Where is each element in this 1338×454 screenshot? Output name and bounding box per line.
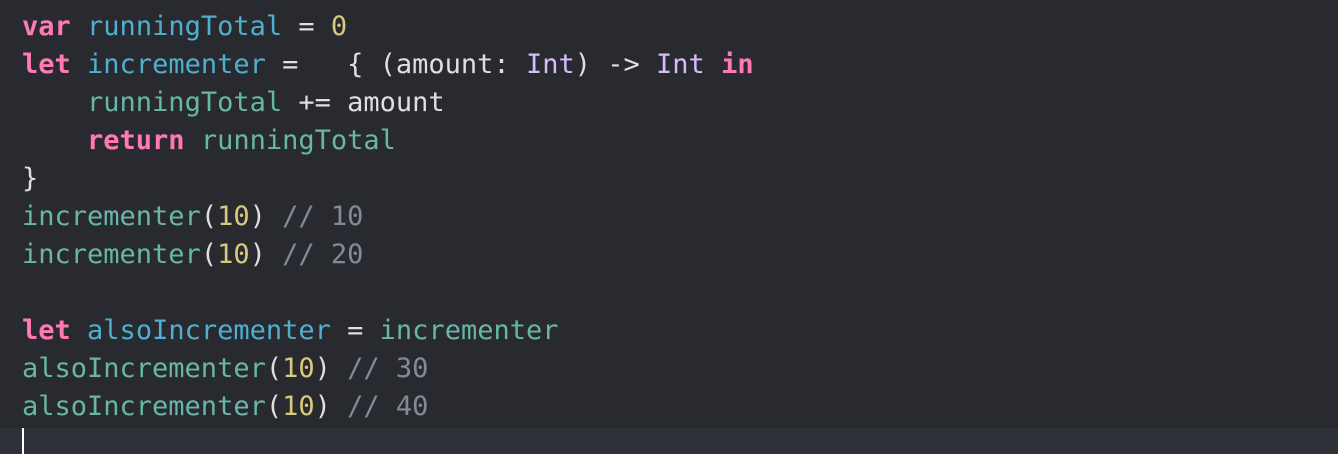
keyword: return (87, 125, 185, 156)
comment: // 30 (347, 353, 429, 384)
code-line: var runningTotal = 0 (22, 8, 1338, 46)
identifier: alsoIncrementer (22, 391, 266, 422)
closing-brace: } (22, 163, 39, 194)
paren: ( (200, 201, 218, 232)
code-line: let alsoIncrementer = incrementer (22, 312, 1338, 350)
paren: ( (265, 353, 283, 384)
code-line: incrementer(10) // 20 (22, 236, 1338, 274)
paren: ( (200, 239, 218, 270)
code-line: return runningTotal (22, 122, 1338, 160)
keyword: var (22, 11, 71, 42)
variable-name: runningTotal (87, 11, 283, 42)
identifier: incrementer (22, 239, 201, 270)
text-cursor (22, 428, 24, 454)
code-line: alsoIncrementer(10) // 40 (22, 388, 1338, 426)
variable-name: incrementer (87, 49, 266, 80)
keyword: let (22, 315, 71, 346)
keyword: in (721, 49, 754, 80)
paren: ) (314, 391, 331, 422)
code-editor[interactable]: var runningTotal = 0 let incrementer = {… (0, 0, 1338, 454)
code-line: alsoIncrementer(10) // 30 (22, 350, 1338, 388)
identifier: runningTotal (87, 87, 283, 118)
statement: += amount (282, 87, 445, 118)
number-literal: 10 (217, 239, 250, 270)
comment: // 20 (282, 239, 364, 270)
paren: ) (314, 353, 331, 384)
closure-signature: = { (amount: (265, 49, 526, 80)
variable-name: alsoIncrementer (87, 315, 331, 346)
code-line: } (22, 160, 1338, 198)
type-name: Int (525, 49, 575, 80)
code-line: runningTotal += amount (22, 84, 1338, 122)
comment: // 40 (347, 391, 429, 422)
number-literal: 10 (282, 391, 315, 422)
number-literal: 10 (282, 353, 315, 384)
comment: // 10 (282, 201, 364, 232)
number-literal: 0 (330, 11, 348, 42)
paren: ) (249, 239, 266, 270)
number-literal: 10 (217, 201, 250, 232)
identifier: runningTotal (200, 125, 396, 156)
type-name: Int (656, 49, 705, 80)
paren: ) (249, 201, 266, 232)
identifier: alsoIncrementer (22, 353, 266, 384)
code-line: incrementer(10) // 10 (22, 198, 1338, 236)
current-line-highlight[interactable] (0, 428, 1338, 454)
operator: = (330, 315, 380, 346)
identifier: incrementer (22, 201, 201, 232)
return-arrow: ) -> (574, 49, 657, 80)
identifier: incrementer (379, 315, 559, 346)
code-line: let incrementer = { (amount: Int) -> Int… (22, 46, 1338, 84)
keyword: let (22, 49, 71, 80)
paren: ( (265, 391, 283, 422)
operator: = (282, 11, 331, 42)
